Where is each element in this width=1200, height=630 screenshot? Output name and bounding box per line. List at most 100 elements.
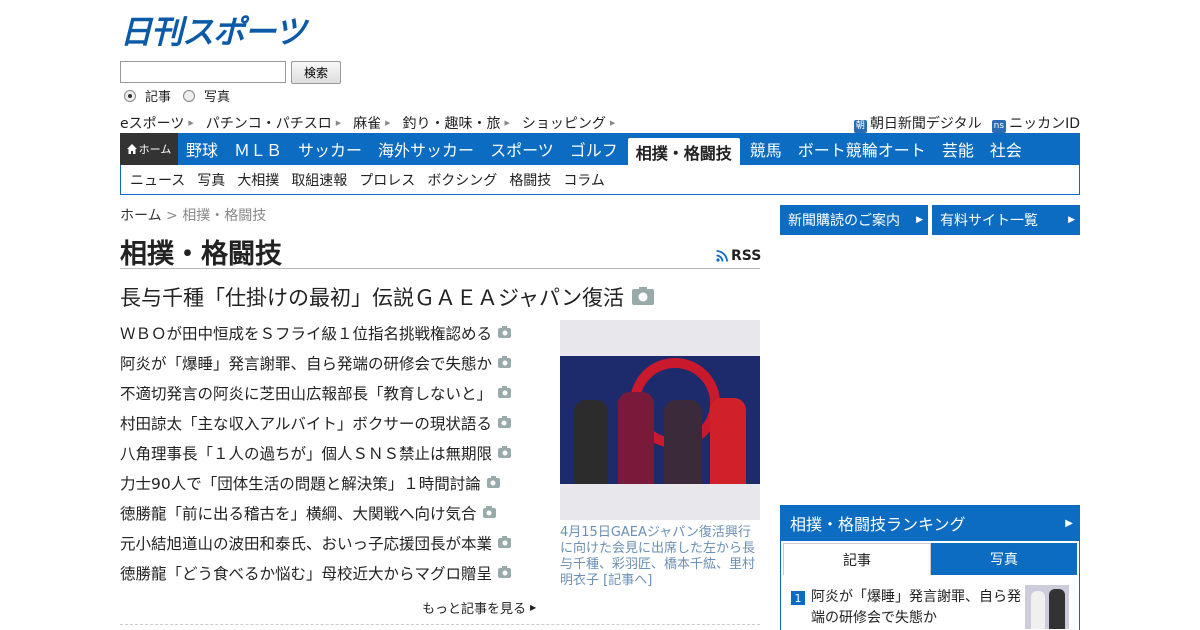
caret-right-icon: ▶ — [385, 119, 391, 127]
nav-home[interactable]: ホーム — [120, 133, 178, 165]
subnav-martial-arts[interactable]: 格闘技 — [509, 170, 551, 190]
breadcrumb-current: 相撲・格闘技 — [182, 208, 267, 224]
ranking-tab-photos[interactable]: 写真 — [931, 543, 1077, 575]
caret-right-icon: ▶ — [609, 119, 616, 127]
subnav-photo[interactable]: 写真 — [197, 170, 225, 190]
person-figure — [710, 398, 746, 484]
top-link-pachinko[interactable]: パチンコ・パチスロ ▶ — [206, 113, 341, 133]
list-item[interactable]: 徳勝龍「前に出る稽古を」横綱、大関戦へ向け気合 — [120, 498, 550, 528]
asahi-digital-link[interactable]: 朝朝日新聞デジタル — [853, 113, 982, 133]
nikkan-id-label: ニッカンID — [1009, 116, 1080, 132]
caret-right-icon: ▶ — [335, 119, 342, 127]
person-figure — [1031, 591, 1045, 629]
search-scope-photo-label: 写真 — [204, 90, 231, 105]
ranking-tab-articles[interactable]: 記事 — [783, 543, 931, 575]
more-articles-link[interactable]: もっと記事を見る ▶ — [422, 598, 536, 617]
paid-sites-label: 有料サイト一覧 — [940, 213, 1038, 229]
top-link-mahjong[interactable]: 麻雀 ▶ — [353, 113, 390, 133]
nav-tab-mlb[interactable]: ＭＬＢ — [226, 133, 290, 165]
news-title: 力士90人で「団体生活の問題と解決策」１時間討論 — [120, 475, 481, 493]
subnav-bout-results[interactable]: 取組速報 — [291, 170, 347, 190]
search-input[interactable] — [120, 61, 286, 83]
news-title: 阿炎が「爆睡」発言謝罪、自ら発端の研修会で失態か — [120, 355, 493, 373]
top-headline-text: 長与千種「仕掛けの最初」伝説ＧＡＥＡジャパン復活 — [120, 286, 624, 310]
nav-tab-sports[interactable]: スポーツ — [482, 133, 562, 165]
subnav-sumo[interactable]: 大相撲 — [237, 170, 279, 190]
top-link-label: 釣り・趣味・旅 — [402, 116, 501, 132]
camera-icon — [498, 326, 512, 338]
ns-badge-icon: ns — [991, 120, 1007, 133]
search-button[interactable]: 検索 — [291, 61, 341, 84]
list-item[interactable]: 阿炎が「爆睡」発言謝罪、自ら発端の研修会で失態か — [120, 348, 550, 378]
more-articles-label: もっと記事を見る — [422, 602, 527, 617]
site-logo[interactable]: 日刊スポーツ — [120, 12, 306, 51]
home-icon — [126, 144, 137, 154]
news-title: 八角理事長「１人の過ちが」個人ＳＮＳ禁止は無期限 — [120, 445, 493, 463]
nav-tab-society[interactable]: 社会 — [982, 133, 1030, 165]
news-title: ＷＢＯが田中恒成をＳフライ級１位指名挑戦権認める — [120, 325, 493, 343]
camera-icon — [498, 536, 512, 548]
list-item[interactable]: 八角理事長「１人の過ちが」個人ＳＮＳ禁止は無期限 — [120, 438, 550, 468]
ranking-header[interactable]: 相撲・格闘技ランキング ▶ — [780, 505, 1080, 541]
person-figure — [574, 400, 608, 484]
list-item[interactable]: 村田諒太「主な収入アルバイト」ボクサーの現状語る — [120, 408, 550, 438]
camera-icon — [632, 287, 654, 305]
ranking-item-title: 阿炎が「爆睡」発言謝罪、自ら発端の研修会で失態か — [811, 589, 1021, 626]
ranking-panel: 記事 写真 1 阿炎が「爆睡」発言謝罪、自ら発端の研修会で失態か — [780, 541, 1080, 630]
nav-tab-entertainment[interactable]: 芸能 — [934, 133, 982, 165]
search-scope-photo-radio[interactable] — [183, 89, 196, 102]
nav-tab-golf[interactable]: ゴルフ — [562, 133, 626, 165]
subnav-news[interactable]: ニュース — [130, 170, 185, 190]
news-title: 徳勝龍「前に出る稽古を」横綱、大関戦へ向け気合 — [120, 505, 477, 523]
search-scope-article-radio[interactable] — [124, 89, 136, 102]
featured-photo[interactable] — [560, 320, 760, 520]
top-link-esports[interactable]: eスポーツ ▶ — [120, 113, 194, 133]
ranking-item[interactable]: 1 阿炎が「爆睡」発言謝罪、自ら発端の研修会で失態か — [791, 587, 1021, 629]
nav-tab-horse-racing[interactable]: 競馬 — [742, 133, 790, 165]
photo-caption[interactable]: 4月15日GAEAジャパン復活興行に向けた会見に出席した左から長与千種、彩羽匠、… — [560, 525, 760, 589]
right-buttons: 新聞購読のご案内 ▶ 有料サイト一覧 ▶ — [780, 205, 1080, 235]
news-title: 元小結旭道山の波田和泰氏、おいっ子応援団長が本業 — [120, 535, 493, 553]
subnav-boxing[interactable]: ボクシング — [427, 170, 497, 190]
nav-tab-baseball[interactable]: 野球 — [178, 133, 226, 165]
rss-label: RSS — [731, 248, 762, 264]
subnav-column[interactable]: コラム — [563, 170, 605, 190]
top-link-shopping[interactable]: ショッピング ▶ — [522, 113, 615, 133]
top-headline[interactable]: 長与千種「仕掛けの最初」伝説ＧＡＥＡジャパン復活 — [120, 282, 654, 312]
list-item[interactable]: 不適切発言の阿炎に芝田山広報部長「教育しないと」 — [120, 378, 550, 408]
caret-right-icon: ▶ — [188, 119, 194, 127]
search-scope-article-label: 記事 — [145, 90, 172, 105]
nav-tab-sumo-fighting[interactable]: 相撲・格闘技 — [627, 138, 740, 165]
news-title: 不適切発言の阿炎に芝田山広報部長「教育しないと」 — [120, 385, 493, 403]
nav-tab-boat-keirin-auto[interactable]: ボート競輪オート — [790, 133, 934, 165]
nav-home-label: ホーム — [138, 143, 172, 156]
list-item[interactable]: 力士90人で「団体生活の問題と解決策」１時間討論 — [120, 468, 550, 498]
nikkan-id-link[interactable]: ns ニッカンID — [991, 113, 1080, 133]
rss-link[interactable]: RSS — [716, 248, 761, 264]
ranking-thumbnail[interactable] — [1025, 585, 1069, 629]
top-link-fishing[interactable]: 釣り・趣味・旅 ▶ — [403, 113, 510, 133]
camera-icon — [498, 386, 512, 398]
person-figure — [1049, 589, 1065, 629]
breadcrumb-home[interactable]: ホーム — [120, 208, 162, 224]
paid-sites-button[interactable]: 有料サイト一覧 ▶ — [932, 205, 1080, 235]
subnav-prowrestling[interactable]: プロレス — [359, 170, 415, 190]
list-item[interactable]: 元小結旭道山の波田和泰氏、おいっ子応援団長が本業 — [120, 528, 550, 558]
ranking-title: 相撲・格闘技ランキング — [790, 515, 966, 534]
news-title: 徳勝龍「どう食べるか悩む」母校近大からマグロ贈呈 — [120, 565, 493, 583]
main-nav: ホーム 野球 ＭＬＢ サッカー 海外サッカー スポーツ ゴルフ 相撲・格闘技 競… — [120, 133, 1080, 165]
list-item[interactable]: ＷＢＯが田中恒成をＳフライ級１位指名挑戦権認める — [120, 318, 550, 348]
search-form: 検索 — [120, 61, 341, 84]
person-figure — [664, 400, 702, 484]
nav-tab-soccer[interactable]: サッカー — [290, 133, 370, 165]
list-item[interactable]: 徳勝龍「どう食べるか悩む」母校近大からマグロ贈呈 — [120, 558, 550, 588]
news-title: 村田諒太「主な収入アルバイト」ボクサーの現状語る — [120, 415, 492, 433]
top-links-right: 朝朝日新聞デジタル ns ニッカンID — [853, 113, 1080, 133]
camera-icon — [498, 566, 512, 578]
subscription-button[interactable]: 新聞購読のご案内 ▶ — [780, 205, 928, 235]
asahi-digital-label: 朝日新聞デジタル — [869, 116, 982, 132]
photo-image — [560, 356, 760, 484]
asahi-badge-icon: 朝 — [853, 120, 867, 133]
nav-tab-world-soccer[interactable]: 海外サッカー — [370, 133, 482, 165]
top-link-label: 麻雀 — [353, 116, 382, 132]
